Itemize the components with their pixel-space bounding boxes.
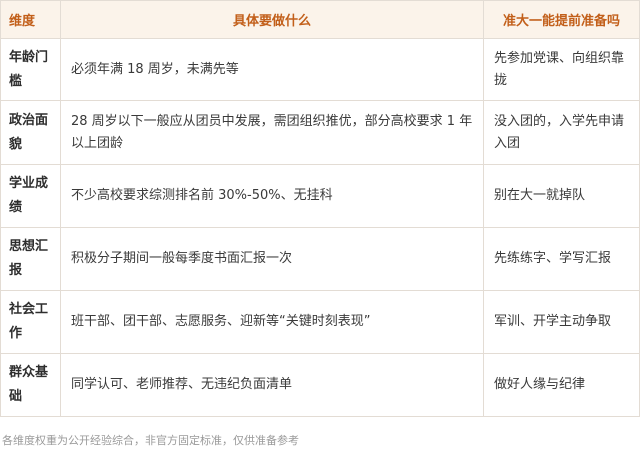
prepare-cell: 别在大一就掉队 [483, 164, 640, 228]
dimension-cell: 学业成绩 [0, 164, 61, 228]
footnote: 各维度权重为公开经验综合，非官方固定标准，仅供准备参考 [2, 434, 299, 447]
table-row: 思想汇报 积极分子期间一般每季度书面汇报一次 先练练字、学写汇报 [0, 227, 640, 291]
dimension-cell: 思想汇报 [0, 227, 61, 291]
prepare-cell: 军训、开学主动争取 [483, 290, 640, 354]
requirement-cell: 班干部、团干部、志愿服务、迎新等“关键时刻表现” [60, 290, 484, 354]
requirement-cell: 同学认可、老师推荐、无违纪负面清单 [60, 353, 484, 417]
table-header-row: 维度 具体要做什么 准大一能提前准备吗 [0, 0, 640, 39]
table-row: 社会工作 班干部、团干部、志愿服务、迎新等“关键时刻表现” 军训、开学主动争取 [0, 290, 640, 354]
page: 维度 具体要做什么 准大一能提前准备吗 年龄门槛 必须年满 18 周岁，未满先等… [0, 0, 640, 454]
header-requirement: 具体要做什么 [60, 0, 484, 39]
prepare-cell: 没入团的，入学先申请入团 [483, 100, 640, 165]
dimension-cell: 群众基础 [0, 353, 61, 417]
table-row: 年龄门槛 必须年满 18 周岁，未满先等 先参加党课、向组织靠拢 [0, 38, 640, 101]
requirements-table: 维度 具体要做什么 准大一能提前准备吗 年龄门槛 必须年满 18 周岁，未满先等… [0, 0, 640, 417]
dimension-cell: 社会工作 [0, 290, 61, 354]
dimension-cell: 年龄门槛 [0, 38, 61, 101]
table-row: 政治面貌 28 周岁以下一般应从团员中发展，需团组织推优，部分高校要求 1 年以… [0, 100, 640, 165]
dimension-cell: 政治面貌 [0, 100, 61, 165]
requirement-cell: 不少高校要求综测排名前 30%-50%、无挂科 [60, 164, 484, 228]
header-dimension: 维度 [0, 0, 61, 39]
prepare-cell: 做好人缘与纪律 [483, 353, 640, 417]
prepare-cell: 先参加党课、向组织靠拢 [483, 38, 640, 101]
header-prepare: 准大一能提前准备吗 [483, 0, 640, 39]
requirement-cell: 必须年满 18 周岁，未满先等 [60, 38, 484, 101]
requirement-cell: 28 周岁以下一般应从团员中发展，需团组织推优，部分高校要求 1 年以上团龄 [60, 100, 484, 165]
requirement-cell: 积极分子期间一般每季度书面汇报一次 [60, 227, 484, 291]
table-row: 学业成绩 不少高校要求综测排名前 30%-50%、无挂科 别在大一就掉队 [0, 164, 640, 228]
prepare-cell: 先练练字、学写汇报 [483, 227, 640, 291]
table-row: 群众基础 同学认可、老师推荐、无违纪负面清单 做好人缘与纪律 [0, 353, 640, 417]
